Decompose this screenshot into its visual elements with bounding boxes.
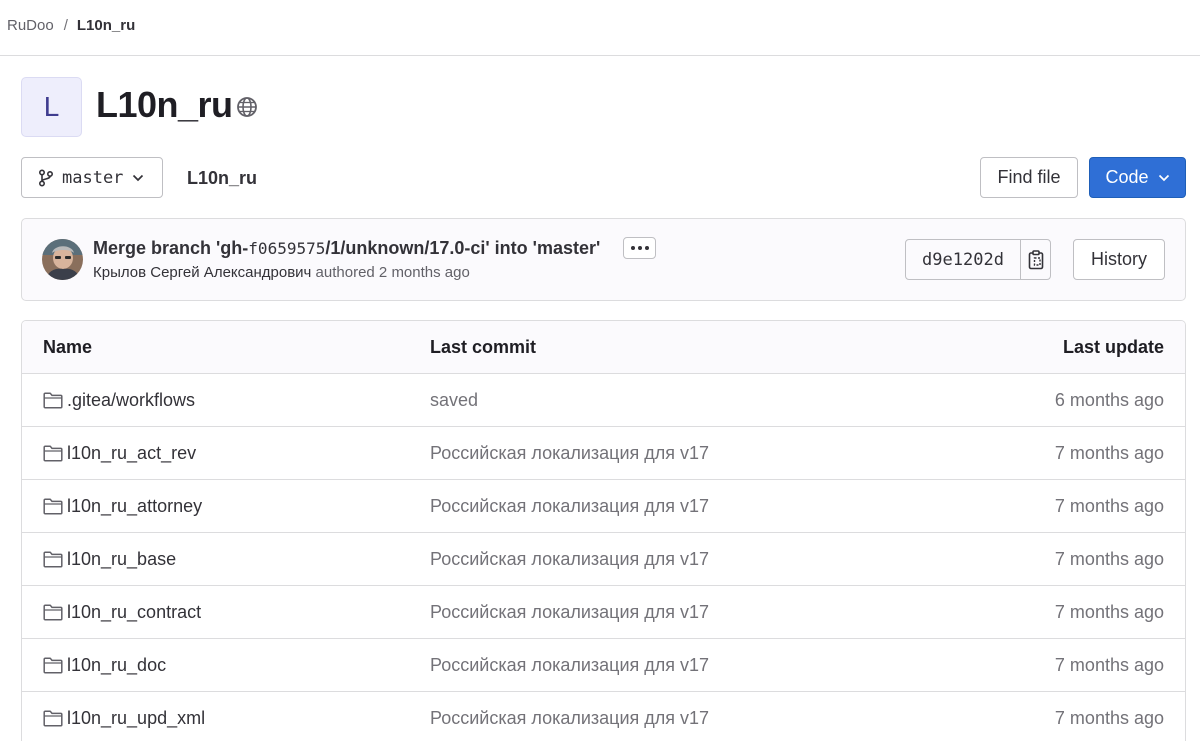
table-row: l10n_ru_base Российская локализация для v…: [22, 533, 1185, 586]
commit-author-link[interactable]: Крылов Сергей Александрович: [93, 264, 311, 281]
chevron-down-icon: [133, 174, 144, 181]
last-update-time: 7 months ago: [1054, 602, 1164, 622]
column-header-name: Name: [43, 337, 93, 357]
folder-icon: [43, 445, 63, 462]
find-file-button[interactable]: Find file: [980, 157, 1078, 198]
table-row: l10n_ru_contract Российская локализация д…: [22, 586, 1185, 639]
folder-icon: [43, 392, 63, 409]
commit-meta: Крылов Сергей Александрович authored 2 m…: [93, 264, 470, 281]
table-row: l10n_ru_act_rev Российская локализация дл…: [22, 427, 1185, 480]
avatar[interactable]: [42, 239, 83, 280]
code-button-label: Code: [1105, 167, 1149, 187]
table-row: l10n_ru_attorney Российская локализация д…: [22, 480, 1185, 533]
repo-path-label[interactable]: L10n_ru: [187, 168, 257, 189]
last-update-time: 6 months ago: [1054, 390, 1164, 410]
top-bar: RuDoo / L10n_ru: [0, 0, 1200, 56]
commit-title-link[interactable]: Merge branch 'gh-f0659575/1/unknown/17.0…: [93, 238, 600, 259]
chevron-down-icon: [1158, 174, 1169, 181]
column-header-last-update: Last update: [1062, 337, 1164, 357]
breadcrumb-group-link[interactable]: RuDoo: [7, 17, 54, 34]
file-name-cell[interactable]: l10n_ru_upd_xml: [43, 708, 205, 729]
folder-icon: [43, 604, 63, 621]
commit-title-suffix: /1/unknown/17.0-ci' into 'master': [325, 238, 601, 258]
file-name-cell[interactable]: l10n_ru_act_rev: [43, 443, 196, 464]
toggle-commit-description-button[interactable]: [623, 237, 656, 259]
last-commit-link[interactable]: Российская локализация для v17: [430, 496, 709, 517]
last-commit-link[interactable]: Российская локализация для v17: [430, 602, 709, 623]
last-commit-link[interactable]: Российская локализация для v17: [430, 708, 709, 729]
folder-icon: [43, 498, 63, 515]
file-table: Name Last commit Last update .gitea/work…: [21, 320, 1186, 741]
last-commit-link[interactable]: saved: [430, 390, 478, 411]
history-button[interactable]: History: [1073, 239, 1165, 280]
last-update-time: 7 months ago: [1054, 655, 1164, 675]
breadcrumb: RuDoo / L10n_ru: [7, 17, 135, 34]
commit-title-hash: f0659575: [248, 239, 326, 258]
file-name-cell[interactable]: l10n_ru_doc: [43, 655, 166, 676]
folder-link[interactable]: l10n_ru_doc: [67, 655, 166, 676]
code-button[interactable]: Code: [1089, 157, 1186, 198]
last-update-time: 7 months ago: [1054, 496, 1164, 516]
copy-icon: [1028, 249, 1043, 269]
last-update-time: 7 months ago: [1054, 549, 1164, 569]
folder-link[interactable]: l10n_ru_act_rev: [67, 443, 196, 464]
table-header: Name Last commit Last update: [22, 321, 1185, 374]
branch-name: master: [62, 167, 124, 188]
commit-authored-time: authored 2 months ago: [315, 264, 470, 281]
table-row: l10n_ru_doc Российская локализация для v1…: [22, 639, 1185, 692]
last-update-time: 7 months ago: [1054, 443, 1164, 463]
commit-sha-group: d9e1202d: [905, 239, 1051, 280]
last-commit-panel: Merge branch 'gh-f0659575/1/unknown/17.0…: [21, 218, 1186, 301]
table-row: l10n_ru_upd_xml Российская локализация дл…: [22, 692, 1185, 741]
last-commit-link[interactable]: Российская локализация для v17: [430, 549, 709, 570]
folder-icon: [43, 657, 63, 674]
commit-sha-link[interactable]: d9e1202d: [906, 240, 1021, 279]
folder-link[interactable]: l10n_ru_attorney: [67, 496, 202, 517]
folder-link[interactable]: .gitea/workflows: [67, 390, 195, 411]
ellipsis-icon: [630, 246, 635, 250]
folder-link[interactable]: l10n_ru_contract: [67, 602, 201, 623]
last-commit-link[interactable]: Российская локализация для v17: [430, 655, 709, 676]
folder-icon: [43, 551, 63, 568]
file-name-cell[interactable]: l10n_ru_base: [43, 549, 176, 570]
branch-icon: [38, 168, 54, 187]
breadcrumb-project-link[interactable]: L10n_ru: [77, 17, 135, 34]
breadcrumb-separator: /: [63, 17, 68, 34]
page-title: L10n_ru: [96, 84, 233, 125]
file-name-cell[interactable]: l10n_ru_attorney: [43, 496, 202, 517]
table-row: .gitea/workflows saved 6 months ago: [22, 374, 1185, 427]
branch-selector[interactable]: master: [21, 157, 163, 198]
globe-icon: [237, 97, 257, 117]
column-header-last-commit: Last commit: [430, 337, 537, 357]
file-name-cell[interactable]: .gitea/workflows: [43, 390, 195, 411]
file-name-cell[interactable]: l10n_ru_contract: [43, 602, 201, 623]
folder-icon: [43, 710, 63, 727]
commit-title-prefix: Merge branch 'gh-: [93, 238, 249, 258]
user-avatar-image: [42, 239, 83, 280]
last-update-time: 7 months ago: [1054, 708, 1164, 728]
copy-sha-button[interactable]: [1021, 240, 1050, 279]
folder-link[interactable]: l10n_ru_base: [67, 549, 176, 570]
folder-link[interactable]: l10n_ru_upd_xml: [67, 708, 205, 729]
project-avatar: L: [21, 77, 82, 137]
last-commit-link[interactable]: Российская локализация для v17: [430, 443, 709, 464]
